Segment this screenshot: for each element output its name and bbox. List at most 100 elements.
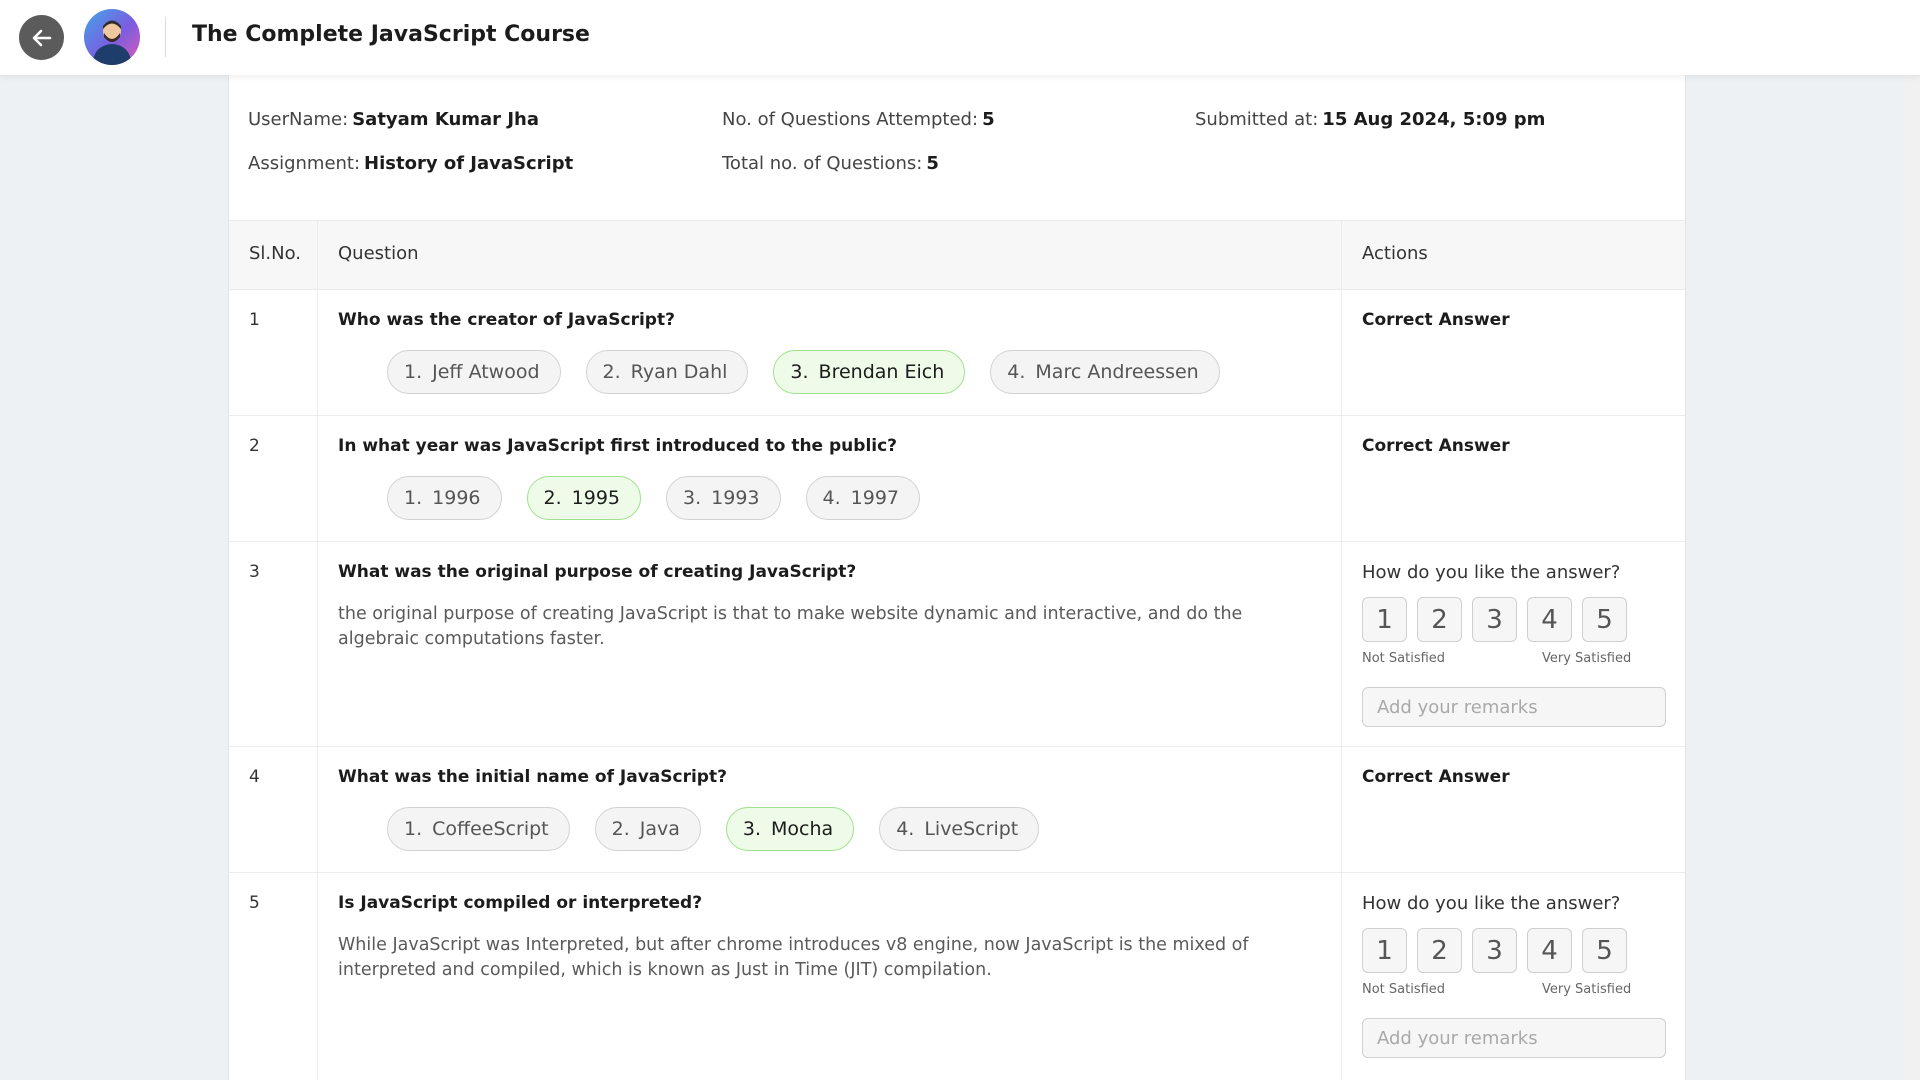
option-label: Brendan Eich: [818, 361, 945, 383]
option-chip[interactable]: 1. Jeff Atwood: [387, 350, 561, 394]
rating-question: How do you like the answer?: [1362, 893, 1621, 914]
rating-high-label: Very Satisfied: [1542, 982, 1632, 997]
remarks-input[interactable]: [1362, 1018, 1666, 1058]
option-number: 3.: [742, 818, 762, 840]
options-list: 1. Jeff Atwood 2. Ryan Dahl 3. Brendan Eich…: [387, 350, 1220, 394]
question-text: Is JavaScript compiled or interpreted?: [338, 893, 703, 913]
option-label: LiveScript: [924, 818, 1019, 840]
row-number: 5: [249, 893, 260, 913]
assignment-info: Assignment: History of JavaScript: [248, 153, 573, 174]
option-label: CoffeeScript: [432, 818, 549, 840]
option-number: 4.: [822, 487, 841, 509]
option-number: 2.: [543, 487, 562, 509]
option-number: 4.: [896, 818, 915, 840]
answer-text: the original purpose of creating JavaScr…: [338, 604, 1243, 649]
rating-scale: 1 2 3 4 5: [1362, 597, 1627, 642]
table-header: Sl.No. Question Actions: [229, 220, 1685, 290]
back-button[interactable]: [19, 15, 64, 60]
option-number: 4.: [1007, 361, 1026, 383]
rating-button-5[interactable]: 5: [1582, 597, 1627, 642]
submission-panel: UserName: Satyam Kumar Jha No. of Questio…: [228, 75, 1686, 1080]
rating-button-4[interactable]: 4: [1527, 597, 1572, 642]
option-label: 1993: [711, 487, 760, 509]
table-row: 1 Who was the creator of JavaScript? 1. J…: [229, 290, 1685, 416]
rating-button-5[interactable]: 5: [1582, 928, 1627, 973]
attempted-label: No. of Questions Attempted:: [722, 109, 979, 130]
question-text: Who was the creator of JavaScript?: [338, 310, 675, 330]
options-list: 1. CoffeeScript 2. Java 3. Mocha 4. LiveScri…: [387, 807, 1040, 851]
option-label: 1995: [571, 487, 620, 509]
avatar[interactable]: [84, 9, 140, 65]
attempted-info: No. of Questions Attempted: 5: [722, 109, 995, 130]
option-label: Ryan Dahl: [630, 361, 728, 383]
question-text: In what year was JavaScript first introd…: [338, 436, 898, 456]
correct-answer-label: Correct Answer: [1362, 767, 1510, 787]
submitted-label: Submitted at:: [1195, 109, 1319, 130]
option-number: 1.: [404, 487, 423, 509]
rating-button-1[interactable]: 1: [1362, 928, 1407, 973]
option-number: 2.: [602, 361, 621, 383]
rating-button-2[interactable]: 2: [1417, 928, 1462, 973]
username-label: UserName:: [248, 109, 349, 130]
option-chip[interactable]: 2. Ryan Dahl: [585, 350, 749, 394]
option-chip[interactable]: 4. Marc Andreessen: [990, 350, 1220, 394]
header-divider: [165, 17, 166, 57]
option-chip[interactable]: 1. 1996: [387, 476, 502, 520]
assignment-value: History of JavaScript: [364, 153, 574, 174]
option-number: 3.: [790, 361, 809, 383]
question-text: What was the initial name of JavaScript?: [338, 767, 727, 787]
option-label: Jeff Atwood: [432, 361, 540, 383]
total-value: 5: [926, 153, 939, 174]
option-chip-correct[interactable]: 2. 1995: [526, 476, 641, 520]
option-number: 3.: [683, 487, 702, 509]
rating-low-label: Not Satisfied: [1362, 982, 1446, 997]
table-row: 4 What was the initial name of JavaScrip…: [229, 747, 1685, 873]
option-chip-correct[interactable]: 3. Mocha: [725, 807, 855, 851]
option-chip[interactable]: 1. CoffeeScript: [387, 807, 570, 851]
header-question: Question: [338, 243, 419, 264]
header-slno: Sl.No.: [249, 243, 302, 264]
rating-question: How do you like the answer?: [1362, 562, 1621, 583]
table-row: 5 Is JavaScript compiled or interpreted?…: [229, 873, 1685, 1080]
submitted-value: 15 Aug 2024, 5:09 pm: [1322, 109, 1546, 130]
option-number: 1.: [404, 361, 423, 383]
scrollbar[interactable]: [1903, 75, 1920, 1080]
attempted-value: 5: [982, 109, 995, 130]
option-chip[interactable]: 3. 1993: [666, 476, 781, 520]
row-number: 1: [249, 310, 260, 330]
option-label: Marc Andreessen: [1035, 361, 1199, 383]
total-info: Total no. of Questions: 5: [722, 153, 939, 174]
rating-button-3[interactable]: 3: [1472, 597, 1517, 642]
arrow-left-icon: [32, 29, 51, 46]
correct-answer-label: Correct Answer: [1362, 436, 1510, 456]
top-bar: The Complete JavaScript Course: [0, 0, 1920, 75]
correct-answer-label: Correct Answer: [1362, 310, 1510, 330]
question-text: What was the original purpose of creatin…: [338, 562, 857, 582]
assignment-label: Assignment:: [248, 153, 361, 174]
header-actions: Actions: [1362, 243, 1428, 264]
table-row: 2 In what year was JavaScript first intr…: [229, 416, 1685, 542]
option-chip[interactable]: 4. LiveScript: [879, 807, 1040, 851]
user-avatar-icon: [92, 20, 132, 65]
option-label: 1996: [432, 487, 481, 509]
option-number: 1.: [404, 818, 423, 840]
rating-button-3[interactable]: 3: [1472, 928, 1517, 973]
row-number: 2: [249, 436, 260, 456]
row-number: 3: [249, 562, 260, 582]
remarks-input[interactable]: [1362, 687, 1666, 727]
option-chip[interactable]: 2. Java: [594, 807, 701, 851]
row-number: 4: [249, 767, 260, 787]
submitted-info: Submitted at: 15 Aug 2024, 5:09 pm: [1195, 109, 1545, 130]
username-value: Satyam Kumar Jha: [352, 109, 539, 130]
table-row: 3 What was the original purpose of creat…: [229, 542, 1685, 747]
option-chip[interactable]: 4. 1997: [805, 476, 920, 520]
rating-button-2[interactable]: 2: [1417, 597, 1462, 642]
rating-high-label: Very Satisfied: [1542, 651, 1632, 666]
option-chip-correct[interactable]: 3. Brendan Eich: [773, 350, 966, 394]
option-label: Java: [639, 818, 680, 840]
answer-text: While JavaScript was Interpreted, but af…: [338, 935, 1249, 980]
rating-button-1[interactable]: 1: [1362, 597, 1407, 642]
rating-button-4[interactable]: 4: [1527, 928, 1572, 973]
option-label: 1997: [850, 487, 899, 509]
option-label: Mocha: [771, 818, 834, 840]
